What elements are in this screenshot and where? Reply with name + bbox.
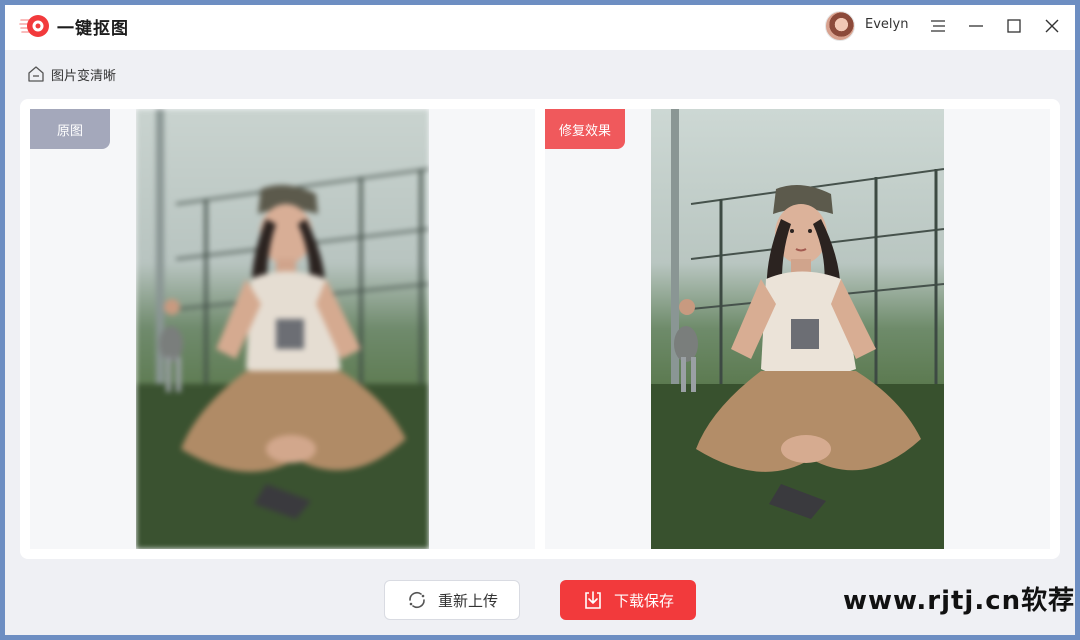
download-button[interactable]: 下载保存 bbox=[560, 580, 696, 620]
original-image bbox=[136, 109, 429, 549]
reupload-button[interactable]: 重新上传 bbox=[384, 580, 520, 620]
user-avatar[interactable] bbox=[825, 11, 855, 41]
menu-icon bbox=[931, 20, 945, 32]
home-icon bbox=[28, 66, 44, 82]
download-label: 下载保存 bbox=[613, 591, 674, 610]
app-window: 一键抠图 Evelyn 图片变清晰 原图 修复效果 重新上传 下载保存 www.… bbox=[5, 5, 1075, 635]
minimize-icon bbox=[969, 25, 983, 27]
user-name[interactable]: Evelyn bbox=[865, 17, 908, 32]
minimize-button[interactable] bbox=[963, 13, 989, 39]
reupload-label: 重新上传 bbox=[437, 591, 498, 610]
result-tag: 修复效果 bbox=[545, 109, 625, 149]
download-icon bbox=[585, 591, 601, 609]
watermark-text: www.rjtj.cn软荐网 bbox=[843, 586, 1075, 616]
refresh-icon bbox=[409, 591, 425, 609]
maximize-button[interactable] bbox=[1001, 13, 1027, 39]
comparison-card: 原图 修复效果 bbox=[20, 99, 1060, 559]
breadcrumb-label: 图片变清晰 bbox=[51, 68, 117, 84]
original-panel: 原图 bbox=[30, 109, 535, 549]
result-photo bbox=[651, 109, 944, 549]
app-title: 一键抠图 bbox=[57, 19, 129, 39]
title-bar: 一键抠图 Evelyn bbox=[5, 5, 1075, 50]
close-button[interactable] bbox=[1039, 13, 1065, 39]
result-image bbox=[651, 109, 944, 549]
original-photo bbox=[136, 109, 429, 549]
result-panel: 修复效果 bbox=[545, 109, 1050, 549]
app-logo-icon bbox=[19, 15, 49, 37]
menu-button[interactable] bbox=[925, 13, 951, 39]
close-icon bbox=[1045, 19, 1059, 33]
maximize-icon bbox=[1007, 19, 1021, 33]
original-tag: 原图 bbox=[30, 109, 110, 149]
breadcrumb[interactable]: 图片变清晰 bbox=[27, 63, 116, 85]
